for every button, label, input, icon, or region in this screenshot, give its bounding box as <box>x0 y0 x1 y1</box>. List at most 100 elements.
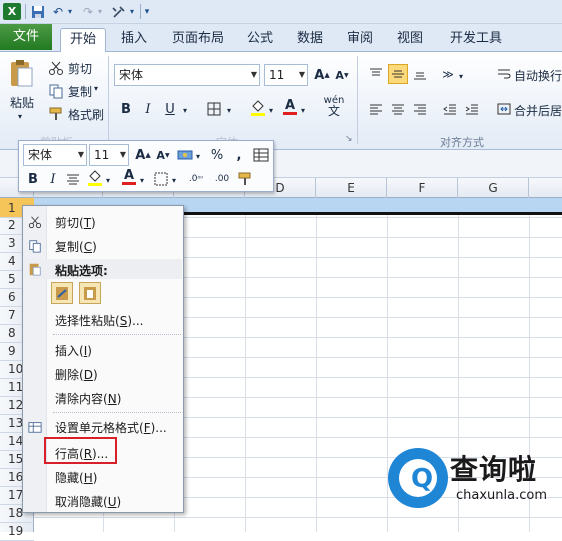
grow-font-icon[interactable]: A ▲ <box>312 65 332 85</box>
dialog-launcher-icon[interactable]: ↘ <box>345 134 353 144</box>
tools-icon[interactable] <box>110 3 128 20</box>
format-painter-icon[interactable] <box>48 106 64 122</box>
scissors-icon[interactable] <box>48 60 64 76</box>
chevron-down-icon[interactable]: ▾ <box>180 100 190 120</box>
align-top-icon[interactable] <box>366 64 386 84</box>
italic-icon[interactable]: I <box>138 99 158 119</box>
chevron-down-icon[interactable]: ▼ <box>299 65 305 85</box>
shrink-font-icon[interactable]: A ▼ <box>153 145 173 165</box>
chevron-down-icon[interactable]: ▾ <box>103 170 113 190</box>
merge-center-icon[interactable] <box>494 99 514 119</box>
chevron-down-icon[interactable]: ▾ <box>169 170 179 190</box>
borders-icon[interactable] <box>151 169 171 189</box>
decrease-indent-icon[interactable] <box>440 99 460 119</box>
chevron-down-icon[interactable]: ▾ <box>94 84 98 93</box>
tab-view[interactable]: 视图 <box>390 28 430 52</box>
tab-data[interactable]: 数据 <box>290 28 330 52</box>
phonetic-guide-icon[interactable]: wén 文 <box>320 96 348 118</box>
tab-developer[interactable]: 开发工具 <box>444 28 508 52</box>
font-color-icon[interactable]: A <box>119 167 139 187</box>
chevron-down-icon[interactable]: ▼ <box>251 65 257 85</box>
tab-insert[interactable]: 插入 <box>114 28 154 52</box>
paste-values-button[interactable] <box>79 282 101 304</box>
excel-logo-icon[interactable]: X <box>3 3 21 20</box>
fill-color-icon[interactable] <box>248 97 268 117</box>
font-color-icon[interactable]: A <box>280 97 300 117</box>
paste-option-button[interactable] <box>51 282 73 304</box>
bold-icon[interactable]: B <box>116 99 136 119</box>
menu-item-delete[interactable]: 删除(D) <box>55 366 98 383</box>
font-size-combo[interactable]: 11 ▼ <box>264 64 308 86</box>
chevron-down-icon[interactable]: ▾ <box>456 66 466 86</box>
align-right-icon[interactable] <box>410 99 430 119</box>
align-bottom-icon[interactable] <box>410 64 430 84</box>
menu-item-copy[interactable]: 复制(C) <box>55 238 97 255</box>
column-header-e[interactable]: E <box>316 178 387 198</box>
format-painter-button[interactable]: 格式刷 <box>68 106 104 123</box>
customize-qat-icon[interactable]: ▾ <box>142 3 152 20</box>
chevron-down-icon[interactable]: ▾ <box>298 100 308 120</box>
context-menu: 剪切(T) 复制(C) 粘贴选项: 选择性粘贴(S)... 插入(I) 删除(D… <box>22 205 184 513</box>
mini-font-size-combo[interactable]: 11 ▼ <box>89 144 129 166</box>
align-left-icon[interactable] <box>366 99 386 119</box>
menu-item-unhide[interactable]: 取消隐藏(U) <box>55 493 121 510</box>
center-icon[interactable] <box>63 169 83 189</box>
chevron-down-icon[interactable]: ▾ <box>224 100 234 120</box>
wrap-text-icon[interactable] <box>494 64 514 84</box>
menu-item-format-cells[interactable]: 设置单元格格式(F)... <box>55 419 167 436</box>
borders-icon[interactable] <box>204 99 224 119</box>
chevron-down-icon[interactable]: ▾ <box>137 170 147 190</box>
underline-icon[interactable]: U <box>160 99 180 119</box>
copy-icon[interactable] <box>48 83 64 99</box>
accounting-format-icon[interactable] <box>175 145 195 165</box>
format-cells-icon[interactable] <box>251 145 271 165</box>
copy-button[interactable]: 复制 <box>68 83 92 100</box>
tab-home[interactable]: 开始 <box>60 28 106 52</box>
tab-file[interactable]: 文件 <box>0 24 52 50</box>
percent-button[interactable]: % <box>207 145 227 165</box>
save-icon[interactable] <box>30 3 46 20</box>
font-name-combo[interactable]: 宋体 ▼ <box>114 64 260 86</box>
menu-item-insert[interactable]: 插入(I) <box>55 342 92 359</box>
align-center-icon[interactable] <box>388 99 408 119</box>
column-header-f[interactable]: F <box>387 178 458 198</box>
increase-indent-icon[interactable] <box>462 99 482 119</box>
mini-toolbar: 宋体 ▼ 11 ▼ A ▲ A ▼ ▾ % , B I ▾ A ▾ ▾ .0 ⁰⁰ … <box>18 140 274 192</box>
menu-item-hide[interactable]: 隐藏(H) <box>55 469 97 486</box>
menu-item-clear-contents[interactable]: 清除内容(N) <box>55 390 121 407</box>
fill-color-icon[interactable] <box>85 167 105 187</box>
chevron-down-icon[interactable]: ▼ <box>78 145 84 165</box>
tab-page-layout[interactable]: 页面布局 <box>166 28 230 52</box>
cut-button[interactable]: 剪切 <box>68 60 92 77</box>
quick-access-toolbar: X ↶ ▾ ↷ ▾ ▾ ▾ <box>0 0 562 24</box>
chevron-down-icon[interactable]: ▾ <box>193 146 203 166</box>
column-header-g[interactable]: G <box>458 178 529 198</box>
comma-button[interactable]: , <box>229 145 249 165</box>
mini-font-name-combo[interactable]: 宋体 ▼ <box>23 144 87 166</box>
paste-button[interactable]: 粘贴 <box>10 94 34 111</box>
tab-review[interactable]: 审阅 <box>340 28 380 52</box>
column-header-h[interactable] <box>529 178 562 198</box>
chevron-down-icon[interactable]: ▼ <box>120 145 126 165</box>
menu-item-cut[interactable]: 剪切(T) <box>55 214 96 231</box>
paste-icon[interactable] <box>8 58 34 92</box>
shrink-font-icon[interactable]: A ▼ <box>332 65 352 85</box>
align-middle-icon[interactable] <box>388 64 408 84</box>
tab-formulas[interactable]: 公式 <box>240 28 280 52</box>
italic-icon[interactable]: I <box>43 169 63 189</box>
bold-icon[interactable]: B <box>23 169 43 189</box>
wrap-text-button[interactable]: 自动换行 <box>514 67 562 84</box>
row-header[interactable]: 19 <box>0 521 34 541</box>
decrease-decimal-icon[interactable]: .00 <box>211 169 233 189</box>
grow-font-icon[interactable]: A ▲ <box>133 145 153 165</box>
menu-item-paste-special[interactable]: 选择性粘贴(S)... <box>55 312 143 329</box>
undo-icon[interactable]: ↶ <box>50 3 66 20</box>
chevron-down-icon[interactable]: ▾ <box>266 100 276 120</box>
chevron-down-icon[interactable]: ▾ <box>128 3 136 20</box>
chevron-down-icon[interactable]: ▾ <box>66 3 74 20</box>
chevron-down-icon[interactable]: ▾ <box>18 112 22 121</box>
orientation-icon[interactable]: ≫ <box>438 64 458 84</box>
merge-center-button[interactable]: 合并后居中 <box>514 102 562 119</box>
format-painter-icon[interactable] <box>235 169 255 189</box>
increase-decimal-icon[interactable]: .0 ⁰⁰ <box>185 169 207 189</box>
